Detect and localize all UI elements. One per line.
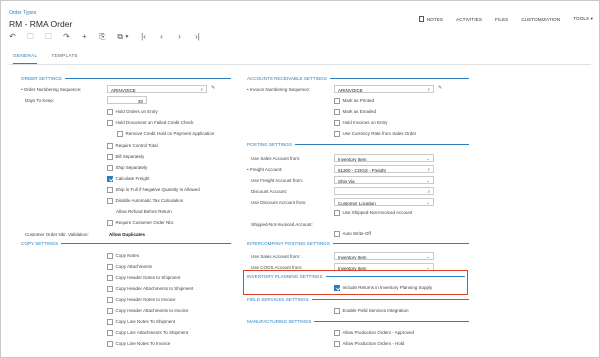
tools-menu[interactable]: TOOLS ▾: [573, 16, 593, 22]
use-currency-rate-checkbox[interactable]: Use Currency Rate from Sales Order: [334, 131, 416, 137]
ic-sales-account-label: Use Sales Account from:: [251, 254, 301, 259]
mark-printed-checkbox[interactable]: Mark as Printed: [334, 98, 374, 104]
section-field-services: FIELD SERVICES SETTINGS: [247, 297, 469, 302]
days-to-keep-field[interactable]: 30: [107, 96, 147, 104]
shipped-not-invoiced-label: Shipped-Not-Invoiced Account:: [251, 222, 313, 227]
mark-emailed-checkbox[interactable]: Mark as Emailed: [334, 109, 376, 115]
copy-paste-icon[interactable]: ⧉ ▾: [116, 32, 130, 42]
tab-divider: [9, 64, 591, 65]
discount-account-field[interactable]: ⌕: [334, 187, 434, 195]
allow-production-approved-checkbox[interactable]: Allow Production Orders - Approved: [334, 330, 414, 336]
search-icon: ⌕: [427, 189, 430, 194]
copy-attachments-checkbox[interactable]: Copy Attachments: [107, 264, 152, 270]
top-nav: NOTES ACTIVITIES FILES CUSTOMIZATION TOO…: [418, 16, 593, 22]
discount-account-label: Discount Account:: [251, 189, 288, 194]
bill-separately-checkbox[interactable]: Bill Separately: [107, 154, 144, 160]
copy-header-attachments-invoice-checkbox[interactable]: Copy Header Attachments to Invoice: [107, 308, 189, 314]
section-order-settings: ORDER SETTINGS: [21, 76, 231, 81]
copy-header-notes-shipment-checkbox[interactable]: Copy Header Notes to Shipment: [107, 275, 180, 281]
cancel-icon[interactable]: ↷: [62, 32, 71, 42]
chevron-down-icon: ⌄: [426, 254, 430, 259]
freight-account-field[interactable]: 51300 - COGS - Freight ⌕: [334, 165, 434, 173]
hold-failed-credit-checkbox[interactable]: Hold Document on Failed Credit Check: [107, 120, 194, 126]
previous-record-icon[interactable]: ‹: [157, 32, 166, 42]
tab-general[interactable]: GENERAL: [13, 54, 38, 64]
discount-account-from-select[interactable]: Customer Location ⌄: [334, 198, 434, 206]
require-control-total-checkbox[interactable]: Require Control Total: [107, 143, 158, 149]
search-icon: ⌕: [427, 167, 430, 172]
auto-write-off-checkbox[interactable]: Auto Write-Off: [334, 231, 371, 237]
tab-bar: GENERAL TEMPLATE: [13, 54, 78, 64]
hold-invoices-checkbox[interactable]: Hold Invoices on Entry: [334, 120, 388, 126]
use-shipped-not-invoiced-checkbox[interactable]: Use Shipped-Not-Invoiced Account: [334, 210, 412, 216]
customer-validation-value[interactable]: Allow Duplicates: [109, 232, 145, 237]
chevron-down-icon: ⌄: [426, 156, 430, 161]
allow-production-hold-checkbox[interactable]: Allow Production Orders - Hold: [334, 341, 404, 347]
notes-link[interactable]: NOTES: [418, 16, 443, 22]
page-title: RM - RMA Order: [9, 19, 73, 29]
search-icon[interactable]: ⌕: [427, 87, 430, 92]
delete-icon[interactable]: ⎘: [98, 32, 107, 42]
save-icon[interactable]: ☐: [26, 32, 35, 42]
calculate-freight-checkbox[interactable]: Calculate Freight: [107, 176, 150, 182]
section-copy-settings: COPY SETTINGS: [21, 241, 231, 246]
sales-account-from-select[interactable]: Inventory Item ⌄: [334, 154, 434, 162]
copy-line-attachments-shipment-checkbox[interactable]: Copy Line Attachments To Shipment: [107, 330, 188, 336]
edit-pencil-icon[interactable]: ✎: [211, 85, 215, 91]
hold-orders-checkbox[interactable]: Hold Orders on Entry: [107, 109, 158, 115]
freight-account-from-select[interactable]: Ship Via ⌄: [334, 176, 434, 184]
order-types-form: Order Types RM - RMA Order NOTES ACTIVIT…: [0, 0, 600, 358]
files-link[interactable]: FILES: [495, 17, 508, 22]
next-record-icon[interactable]: ›: [175, 32, 184, 42]
require-customer-order-checkbox[interactable]: Require Customer Order Nbr.: [107, 220, 174, 226]
copy-header-notes-invoice-checkbox[interactable]: Copy Header Notes to Invoice: [107, 297, 176, 303]
disable-tax-calc-checkbox[interactable]: Disable Automatic Tax Calculation: [107, 198, 183, 204]
copy-line-notes-shipment-checkbox[interactable]: Copy Line Notes To Shipment: [107, 319, 175, 325]
copy-line-notes-invoice-checkbox[interactable]: Copy Line Notes To Invoice: [107, 341, 170, 347]
section-intercompany-posting: INTERCOMPANY POSTING SETTINGS: [247, 241, 469, 246]
chevron-down-icon: ⌄: [426, 178, 430, 183]
copy-notes-checkbox[interactable]: Copy Notes: [107, 253, 139, 259]
add-icon[interactable]: +: [80, 32, 89, 42]
notes-icon: [418, 16, 424, 22]
ship-separately-checkbox[interactable]: Ship Separately: [107, 165, 147, 171]
last-record-icon[interactable]: ›|: [193, 32, 202, 42]
invoice-numbering-field[interactable]: ARINVOICE ⌕: [334, 85, 434, 93]
save-close-icon[interactable]: ☐: [44, 32, 53, 42]
first-record-icon[interactable]: |‹: [139, 32, 148, 42]
remove-credit-hold-checkbox[interactable]: Remove Credit Hold on Payment Applicatio…: [117, 131, 214, 137]
ship-in-full-checkbox[interactable]: Ship in Full if Negative Quantity Is All…: [107, 187, 200, 193]
customer-validation-label: Customer Order Nbr. Validation:: [25, 232, 89, 237]
include-returns-checkbox[interactable]: Include Returns in Inventory Planning Su…: [334, 285, 432, 291]
section-manufacturing: MANUFACTURING SETTINGS: [247, 319, 469, 324]
chevron-down-icon: ⌄: [426, 200, 430, 205]
copy-header-attachments-shipment-checkbox[interactable]: Copy Header Attachments to Shipment: [107, 286, 193, 292]
section-ar-settings: ACCOUNTS RECEIVABLE SETTINGS: [247, 76, 469, 81]
allow-refund-label: Allow Refund Before Return: [116, 209, 172, 214]
invoice-numbering-label: • Invoice Numbering Sequence:: [247, 87, 311, 92]
ic-sales-account-select[interactable]: Inventory Item ⌄: [334, 252, 434, 260]
discount-account-from-label: Use Discount Account from:: [251, 200, 307, 205]
breadcrumb[interactable]: Order Types: [9, 10, 36, 16]
search-icon[interactable]: ⌕: [200, 87, 203, 92]
order-numbering-field[interactable]: ARINVOICE ⌕: [107, 85, 207, 93]
sales-account-from-label: Use Sales Account from:: [251, 156, 301, 161]
section-posting-settings: POSTING SETTINGS: [247, 142, 469, 147]
freight-account-from-label: Use Freight Account from:: [251, 178, 304, 183]
days-to-keep-label: Days To Keep:: [25, 98, 55, 103]
undo-icon[interactable]: ↶: [8, 32, 17, 42]
section-inventory-planning: INVENTORY PLANNING SETTINGS: [247, 274, 465, 279]
enable-field-services-checkbox[interactable]: Enable Field Services Integration: [334, 308, 409, 314]
tab-template[interactable]: TEMPLATE: [51, 54, 78, 64]
customization-link[interactable]: CUSTOMIZATION: [521, 17, 560, 22]
freight-account-label: • Freight Account:: [247, 167, 283, 172]
activities-link[interactable]: ACTIVITIES: [456, 17, 482, 22]
toolbar: ↶ ☐ ☐ ↷ + ⎘ ⧉ ▾ |‹ ‹ › ›|: [8, 32, 202, 42]
order-numbering-label: • Order Numbering Sequence:: [21, 87, 82, 92]
edit-pencil-icon[interactable]: ✎: [438, 85, 442, 91]
